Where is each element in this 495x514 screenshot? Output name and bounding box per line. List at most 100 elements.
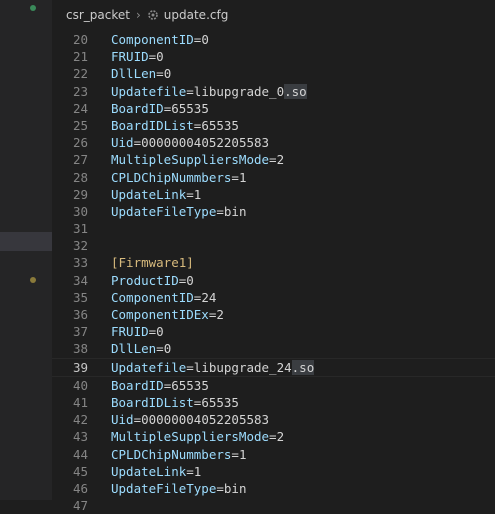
code-line[interactable]: 32 [52, 237, 495, 254]
line-number: 40 [72, 377, 88, 393]
code-line[interactable]: 43 MultipleSuppliersMode=2 [52, 428, 495, 445]
config-key: DllLen [111, 66, 157, 82]
config-value: 1 [193, 463, 202, 479]
config-value: 0 [186, 272, 194, 288]
line-content: ComponentID=24 [111, 289, 216, 306]
config-key: UpdateLink [111, 186, 187, 202]
config-value: 65535 [171, 100, 209, 116]
selected-explorer-row[interactable] [0, 232, 52, 251]
code-line[interactable]: 38 DllLen=0 [52, 340, 495, 357]
gear-icon [147, 10, 158, 20]
config-value: bin [223, 203, 247, 219]
equals-sign: = [269, 429, 277, 445]
code-line[interactable]: 33 [Firmware1] [52, 254, 495, 271]
line-number: 45 [72, 463, 88, 479]
status-dot [30, 5, 36, 11]
line-number: 20 [72, 32, 88, 47]
code-line[interactable]: 31 [52, 220, 495, 237]
config-key: ComponentID [111, 32, 194, 47]
code-editor[interactable]: csr_packet › update.cfg 20 ComponentID=0 2… [52, 0, 495, 513]
code-line[interactable]: 39 Updatefile=libupgrade_24.so [52, 357, 495, 377]
line-content: UpdateFileType=bin [111, 480, 246, 497]
config-key: BoardIDList [111, 394, 194, 410]
breadcrumb-folder[interactable]: csr_packet [66, 8, 130, 22]
code-line[interactable]: 34 ProductID=0 [52, 272, 495, 289]
code-line[interactable]: 27 MultipleSuppliersMode=2 [52, 151, 495, 168]
config-key: CPLDChipNummbers [111, 446, 232, 462]
code-line[interactable]: 26 Uid=00000004052205583 [52, 134, 495, 151]
code-line[interactable]: 41 BoardIDList=65535 [52, 394, 495, 411]
config-key: UpdateLink [111, 463, 187, 479]
equals-sign: = [186, 463, 194, 479]
line-content: ComponentID=0 [111, 31, 209, 48]
config-value: 0 [163, 66, 172, 82]
config-value: 65535 [171, 377, 209, 393]
code-line[interactable]: 29 UpdateLink=1 [52, 186, 495, 203]
code-line[interactable]: 28 CPLDChipNummbers=1 [52, 169, 495, 186]
config-key: Uid [111, 412, 134, 428]
equals-sign: = [133, 412, 142, 428]
line-number: 23 [72, 83, 88, 99]
line-content: BoardID=65535 [111, 100, 209, 117]
equals-sign: = [156, 66, 164, 82]
config-key: ComponentIDEx [111, 307, 209, 322]
breadcrumb-file[interactable]: update.cfg [164, 8, 229, 22]
equals-sign: = [269, 152, 277, 168]
equals-sign: = [186, 83, 194, 99]
config-value: 2 [276, 152, 285, 168]
code-line[interactable]: 45 UpdateLink=1 [52, 463, 495, 480]
code-line[interactable]: 30 UpdateFileType=bin [52, 203, 495, 220]
config-value: bin [223, 480, 247, 496]
line-number: 31 [72, 221, 88, 237]
line-number: 30 [72, 203, 88, 219]
code-line[interactable]: 21 FRUID=0 [52, 48, 495, 65]
code-line[interactable]: 22 DllLen=0 [52, 65, 495, 82]
code-line[interactable]: 24 BoardID=65535 [52, 100, 495, 117]
line-number: 21 [72, 49, 88, 65]
code-line[interactable]: 25 BoardIDList=65535 [52, 117, 495, 134]
config-key: ProductID [111, 272, 179, 288]
code-line[interactable]: 35 ComponentID=24 [52, 289, 495, 306]
code-line[interactable]: 46 UpdateFileType=bin [52, 480, 495, 497]
config-value: 2 [276, 429, 285, 445]
equals-sign: = [156, 341, 164, 357]
equals-sign: = [186, 186, 194, 202]
chevron-right-icon: › [135, 8, 141, 22]
code-line[interactable]: 37 FRUID=0 [52, 323, 495, 340]
config-value: 2 [216, 307, 224, 322]
line-content: DllLen=0 [111, 65, 171, 82]
code-line[interactable]: 44 CPLDChipNummbers=1 [52, 446, 495, 463]
config-key: FRUID [111, 49, 149, 65]
config-value: libupgrade_24 [193, 359, 292, 375]
line-content: Updatefile=libupgrade_24.so [111, 359, 315, 376]
line-number: 32 [72, 238, 88, 254]
line-content: UpdateLink=1 [111, 186, 201, 203]
config-value: 00000004052205583 [141, 412, 270, 428]
config-key: MultipleSuppliersMode [111, 429, 270, 445]
line-content: [Firmware1] [111, 254, 194, 271]
config-key: DllLen [111, 341, 157, 357]
config-value: 0 [156, 324, 164, 340]
line-number: 28 [72, 169, 88, 185]
line-number: 37 [72, 324, 88, 340]
config-key: BoardID [111, 377, 164, 393]
line-content: FRUID=0 [111, 48, 164, 65]
code-line[interactable]: 23 Updatefile=libupgrade_0.so [52, 83, 495, 100]
line-content: CPLDChipNummbers=1 [111, 169, 246, 186]
line-content: Updatefile=libupgrade_0.so [111, 83, 307, 100]
code-line[interactable]: 20 ComponentID=0 [52, 31, 495, 48]
code-line[interactable]: 36 ComponentIDEx=2 [52, 306, 495, 323]
equals-sign: = [186, 359, 194, 375]
line-number: 46 [72, 480, 88, 496]
line-number: 25 [72, 117, 88, 133]
line-number: 38 [72, 341, 88, 357]
line-number: 43 [72, 429, 88, 445]
config-key: ComponentID [111, 289, 194, 305]
config-value: 65535 [201, 117, 239, 133]
line-number: 29 [72, 186, 88, 202]
code-line[interactable]: 40 BoardID=65535 [52, 377, 495, 394]
config-value: 24 [201, 289, 217, 305]
config-key: Updatefile [111, 359, 187, 375]
line-number: 44 [72, 446, 88, 462]
code-line[interactable]: 42 Uid=00000004052205583 [52, 411, 495, 428]
